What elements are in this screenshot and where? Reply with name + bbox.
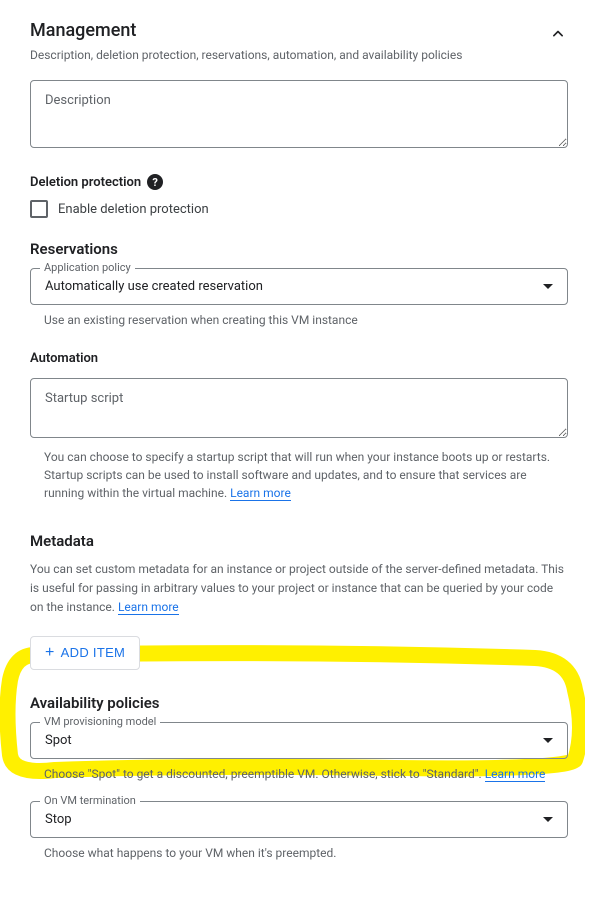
automation-helper: You can choose to specify a startup scri… — [44, 450, 550, 500]
application-policy-value: Automatically use created reservation — [45, 279, 263, 294]
add-item-button[interactable]: + ADD ITEM — [30, 636, 140, 670]
reservations-helper: Use an existing reservation when creatin… — [30, 311, 568, 329]
application-policy-label: Application policy — [40, 261, 135, 274]
dropdown-arrow-icon — [543, 738, 553, 743]
dropdown-arrow-icon — [543, 284, 553, 289]
vm-termination-label: On VM termination — [40, 794, 140, 807]
help-icon[interactable]: ? — [147, 174, 163, 190]
metadata-description: You can set custom metadata for an insta… — [30, 562, 564, 614]
dropdown-arrow-icon — [543, 817, 553, 822]
automation-learn-more-link[interactable]: Learn more — [230, 486, 291, 501]
automation-title: Automation — [30, 351, 568, 366]
plus-icon: + — [45, 645, 55, 661]
provisioning-model-value: Spot — [45, 733, 72, 748]
chevron-up-icon[interactable] — [548, 24, 568, 48]
metadata-title: Metadata — [30, 532, 568, 550]
reservations-title: Reservations — [30, 240, 568, 258]
deletion-checkbox-label: Enable deletion protection — [58, 202, 209, 217]
vm-termination-value: Stop — [45, 812, 72, 827]
startup-script-textarea[interactable] — [30, 378, 568, 438]
section-title-management: Management — [30, 20, 136, 41]
deletion-protection-label: Deletion protection — [30, 175, 141, 190]
add-item-label: ADD ITEM — [61, 645, 126, 660]
metadata-learn-more-link[interactable]: Learn more — [118, 600, 179, 615]
provisioning-helper: Choose "Spot" to get a discounted, preem… — [44, 767, 485, 781]
availability-title: Availability policies — [30, 694, 568, 712]
provisioning-model-label: VM provisioning model — [40, 715, 160, 728]
deletion-protection-checkbox[interactable] — [30, 200, 48, 218]
provisioning-learn-more-link[interactable]: Learn more — [485, 767, 546, 782]
termination-helper: Choose what happens to your VM when it's… — [30, 844, 568, 862]
section-subtitle: Description, deletion protection, reserv… — [30, 48, 568, 62]
description-textarea[interactable] — [30, 80, 568, 148]
